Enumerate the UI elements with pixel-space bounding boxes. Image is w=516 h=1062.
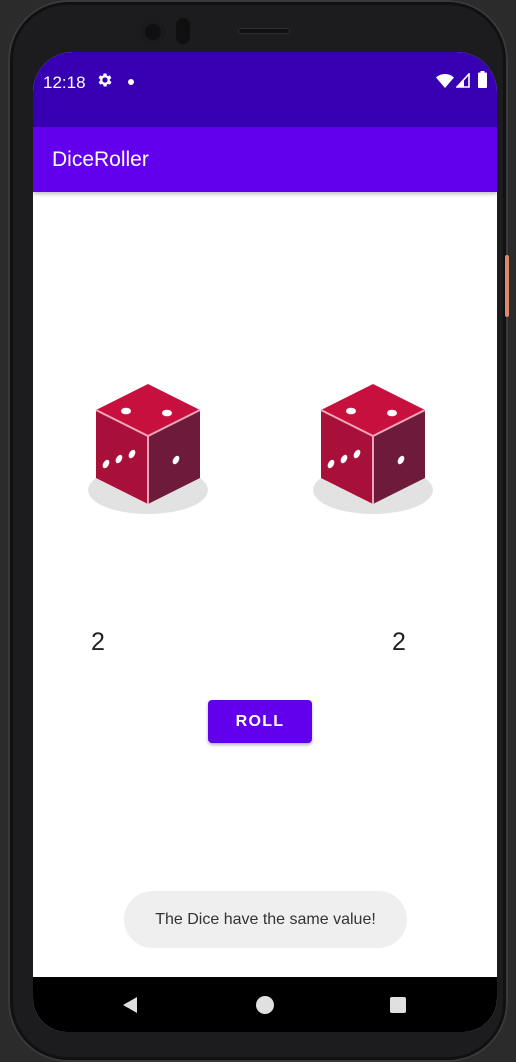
roll-button[interactable]: ROLL [208,700,312,743]
dice-value-left: 2 [91,628,105,656]
toast-text: The Dice have the same value! [155,910,376,928]
dice-value-right: 2 [392,628,406,656]
gear-icon [98,73,112,87]
recents-icon[interactable] [390,997,406,1013]
home-icon[interactable] [256,996,274,1014]
dice-icon [313,384,433,514]
power-button [505,255,509,317]
phone-frame: 12:18 DiceRoller 2 2 ROLL The Dice have … [8,0,508,1062]
screen: 12:18 DiceRoller 2 2 ROLL The Dice have … [33,52,497,1032]
toast-message: The Dice have the same value! [124,891,407,948]
status-bar: 12:18 [33,52,497,127]
back-icon[interactable] [120,995,140,1015]
earpiece-speaker [238,28,290,34]
status-time: 12:18 [43,73,86,92]
app-title: DiceRoller [52,148,149,171]
dice-icon [88,384,208,514]
signal-icon [456,73,470,88]
wifi-icon [436,74,454,88]
app-bar: DiceRoller [33,127,497,192]
notification-dot-icon [128,79,134,85]
navigation-bar [33,977,497,1032]
battery-icon [478,71,487,88]
front-sensor [176,18,190,44]
front-camera [141,20,165,44]
